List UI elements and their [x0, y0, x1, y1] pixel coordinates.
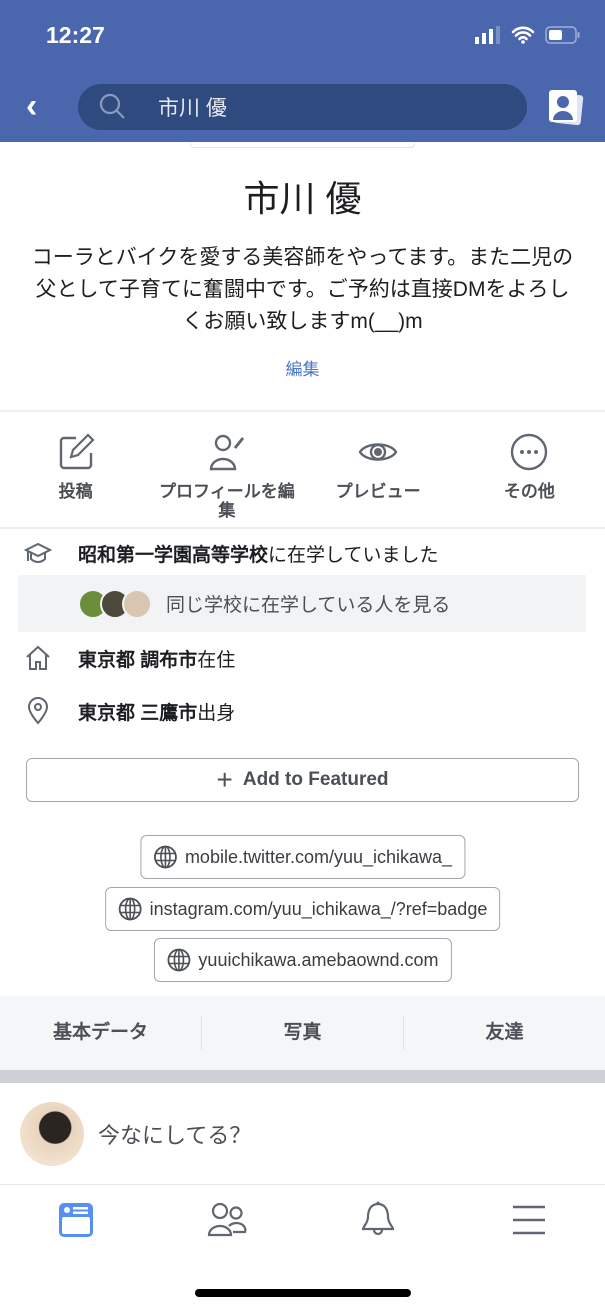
home-indicator: [195, 1289, 411, 1297]
edit-profile-label: プロフィールを編集: [159, 482, 295, 520]
tab-news-feed[interactable]: [0, 1190, 151, 1250]
cover-remnant: [190, 142, 415, 148]
search-value: 市川 優: [158, 97, 227, 120]
search-icon: [99, 93, 125, 119]
edit-profile-button[interactable]: プロフィールを編集: [151, 412, 302, 528]
tab-notifications[interactable]: [303, 1190, 454, 1250]
link-text: yuuichikawa.amebaownd.com: [198, 949, 439, 970]
eye-icon: [358, 443, 398, 461]
globe-icon: [167, 948, 190, 972]
from-row[interactable]: 東京都 三鷹市出身: [24, 697, 235, 725]
edit-profile-icon: [209, 434, 245, 471]
same-school-label: 同じ学校に在学している人を見る: [166, 595, 451, 616]
more-label: その他: [503, 482, 555, 501]
bell-icon: [362, 1201, 395, 1236]
battery-icon: [545, 26, 580, 44]
location-pin-icon: [27, 697, 49, 725]
globe-icon: [118, 897, 142, 921]
preview-button[interactable]: プレビュー: [303, 412, 454, 528]
globe-icon: [153, 845, 177, 869]
tab-about[interactable]: 基本データ: [0, 1016, 202, 1050]
composer-placeholder: 今なにしてる？: [98, 1122, 252, 1148]
current-city[interactable]: 東京都 調布市: [78, 650, 197, 671]
divider: [0, 527, 605, 529]
profile-name: 市川 優: [243, 178, 362, 219]
signal-icon: [475, 26, 500, 44]
tab-friends-requests[interactable]: [151, 1190, 302, 1250]
search-input[interactable]: 市川 優: [78, 84, 527, 130]
school-name[interactable]: 昭和第一学園高等学校: [78, 545, 268, 566]
menu-icon: [513, 1205, 546, 1235]
compose-icon: [59, 433, 95, 470]
avatar: [20, 1101, 84, 1166]
bottom-tab-bar: [0, 1190, 605, 1250]
education-text: に在学していました: [268, 544, 439, 566]
graduation-cap-icon: [24, 542, 52, 563]
more-icon: [511, 433, 548, 471]
profile-switch-icon[interactable]: [546, 88, 586, 128]
status-icons: [475, 26, 581, 44]
home-icon: [26, 645, 50, 670]
profile-bio: コーラとバイクを愛する美容師をやってます。また二児の父として子育てに奮闘中です。…: [31, 246, 574, 333]
tab-friends[interactable]: 友達: [404, 1016, 605, 1050]
friends-icon: [207, 1202, 247, 1237]
news-feed-icon: [58, 1203, 93, 1237]
lives-in-row[interactable]: 東京都 調布市在住: [24, 644, 235, 672]
section-separator: [0, 1070, 605, 1083]
link-text: mobile.twitter.com/yuu_ichikawa_: [184, 846, 453, 867]
website-link[interactable]: instagram.com/yuu_ichikawa_/?ref=badge: [104, 887, 501, 931]
website-link[interactable]: mobile.twitter.com/yuu_ichikawa_: [139, 835, 466, 879]
profile-tabs: 基本データ 写真 友達: [0, 996, 605, 1070]
add-to-featured-label: Add to Featured: [242, 769, 389, 790]
profile-actions: 投稿 プロフィールを編集 プレビュー その他: [0, 412, 605, 528]
same-school-button[interactable]: 同じ学校に在学している人を見る: [18, 575, 586, 632]
preview-label: プレビュー: [335, 482, 421, 501]
plus-icon: +: [216, 764, 233, 795]
lives-text: 在住: [197, 649, 236, 671]
from-text: 出身: [197, 702, 236, 724]
avatar: [122, 588, 152, 619]
hometown[interactable]: 東京都 三鷹市: [78, 703, 197, 724]
status-time: 12:27: [46, 22, 105, 48]
post-label: 投稿: [58, 482, 93, 501]
link-text: instagram.com/yuu_ichikawa_/?ref=badge: [149, 898, 488, 919]
wifi-icon: [511, 26, 535, 44]
education-row[interactable]: 昭和第一学園高等学校に在学していました: [24, 539, 438, 567]
back-button[interactable]: ‹: [26, 88, 37, 124]
add-to-featured-button[interactable]: + Add to Featured: [26, 758, 579, 802]
tab-photos[interactable]: 写真: [202, 1016, 404, 1050]
tab-menu[interactable]: [454, 1190, 605, 1250]
website-link[interactable]: yuuichikawa.amebaownd.com: [153, 938, 452, 982]
post-composer[interactable]: 今なにしてる？: [0, 1083, 605, 1185]
edit-bio-link[interactable]: 編集: [0, 355, 605, 380]
post-button[interactable]: 投稿: [0, 412, 151, 528]
more-button[interactable]: その他: [454, 412, 605, 528]
